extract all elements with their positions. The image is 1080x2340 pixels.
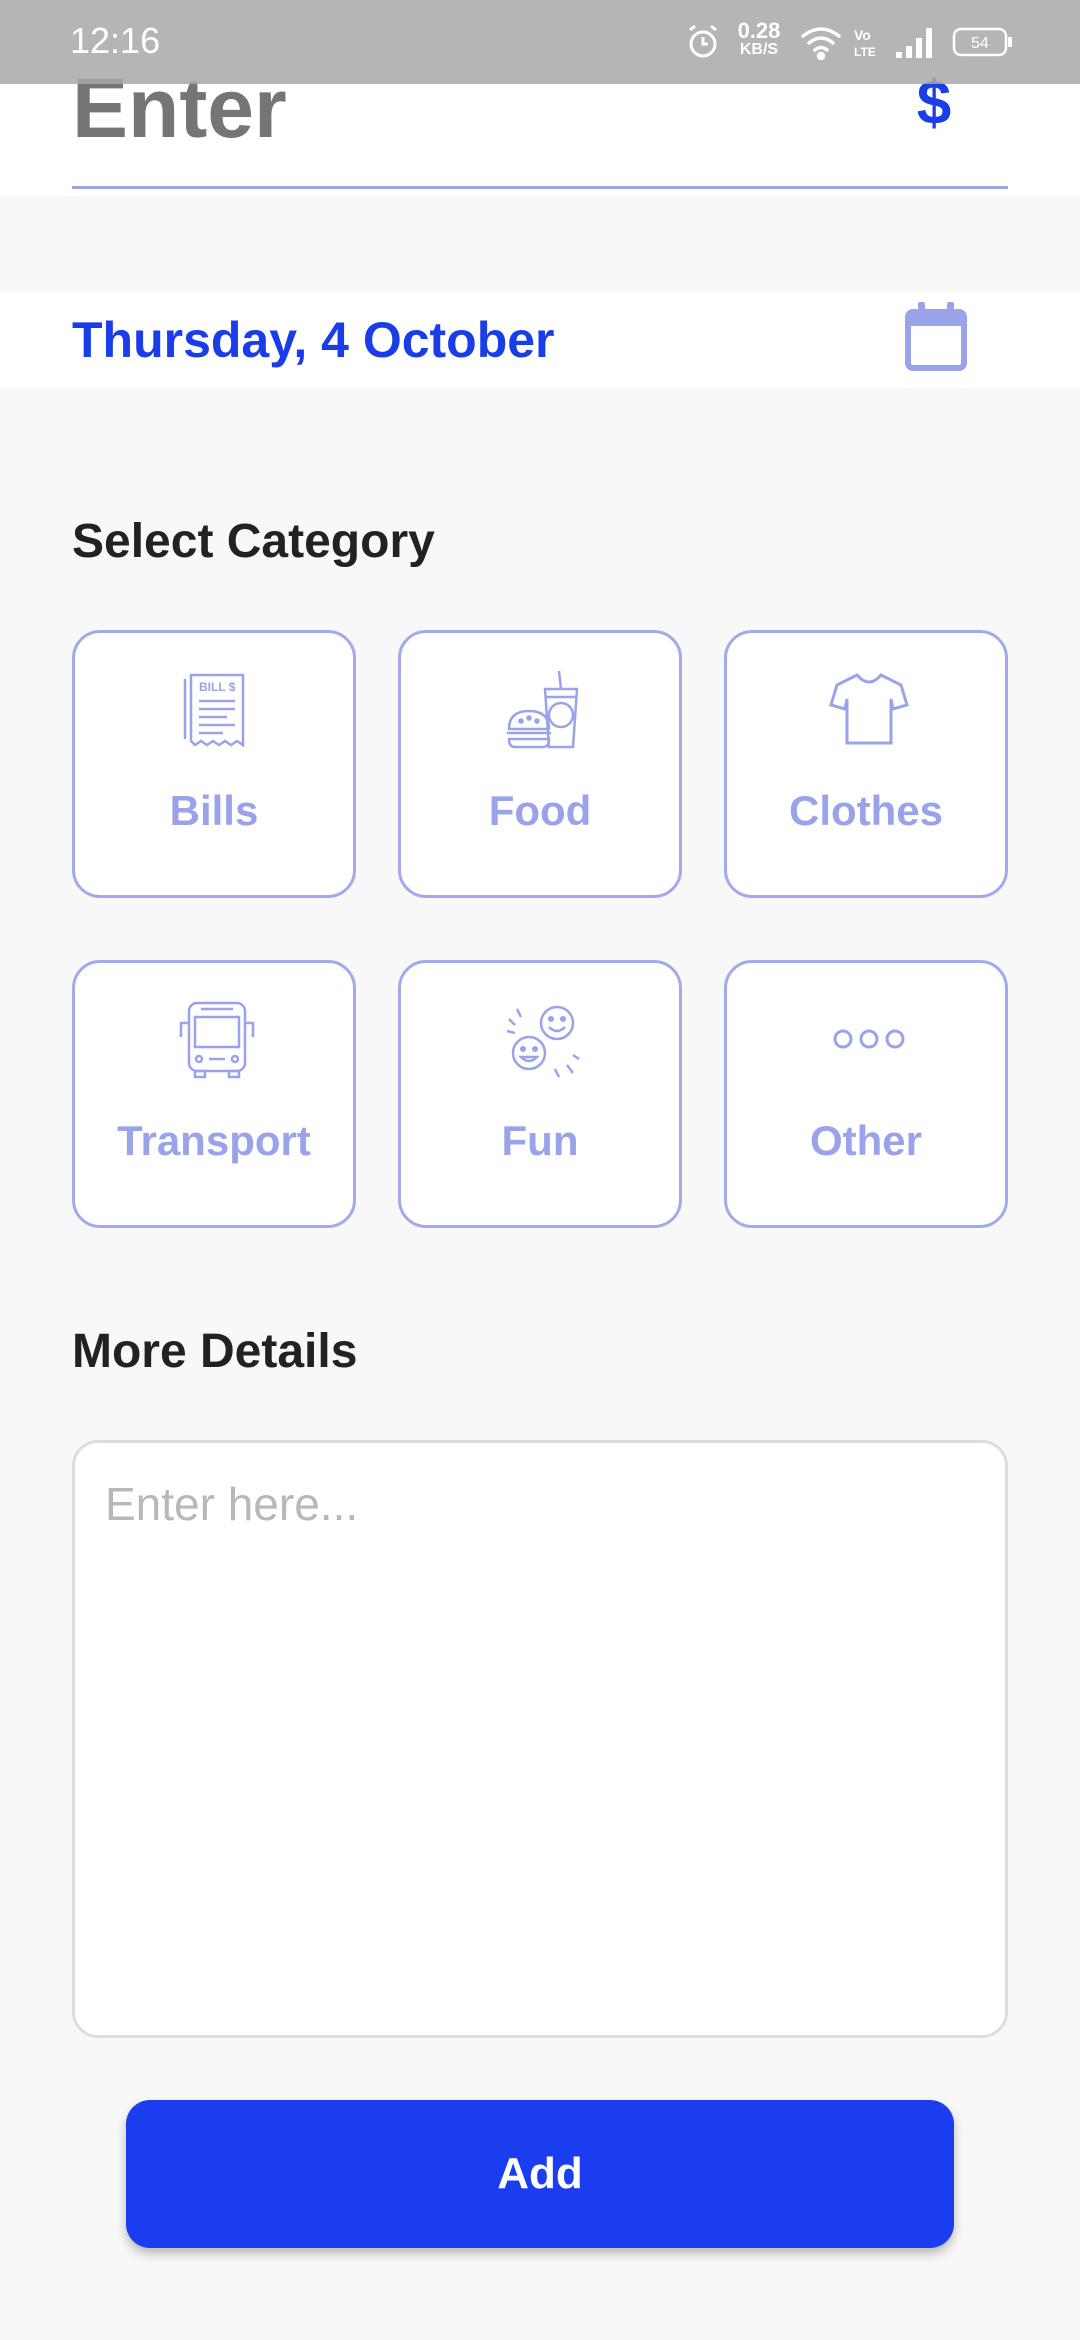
- details-input[interactable]: [105, 1477, 975, 1997]
- signal-icon: [894, 26, 936, 65]
- add-button[interactable]: Add: [126, 2100, 954, 2248]
- date-label[interactable]: Thursday, 4 October: [72, 308, 555, 372]
- net-speed: 0.28 KB/S: [734, 20, 784, 58]
- category-transport[interactable]: Transport: [72, 960, 356, 1228]
- status-time: 12:16: [70, 20, 161, 61]
- select-category-title: Select Category: [72, 515, 435, 568]
- category-label: Fun: [501, 1117, 579, 1164]
- category-clothes[interactable]: Clothes: [724, 630, 1008, 898]
- status-bar: 12:16 0.28 KB/S Vo LTE 54: [0, 0, 1080, 84]
- category-bills[interactable]: BILL $ Bills: [72, 630, 356, 898]
- category-label: Transport: [117, 1117, 311, 1164]
- amount-underline: [72, 186, 1008, 189]
- category-label: Bills: [169, 787, 259, 834]
- bus-icon: [177, 999, 257, 1079]
- category-other[interactable]: Other: [724, 960, 1008, 1228]
- svg-text:LTE: LTE: [854, 45, 876, 59]
- more-details-title: More Details: [72, 1325, 358, 1378]
- net-speed-unit: KB/S: [739, 41, 779, 58]
- category-food[interactable]: Food: [398, 630, 682, 898]
- details-box: [72, 1440, 1008, 2038]
- net-speed-value: 0.28: [737, 18, 781, 43]
- volte-icon: Vo LTE: [852, 26, 882, 65]
- fun-faces-icon: [503, 999, 583, 1079]
- category-fun[interactable]: Fun: [398, 960, 682, 1228]
- bill-icon-text: BILL $: [199, 680, 236, 694]
- category-label: Clothes: [788, 787, 943, 834]
- category-label: Food: [488, 787, 592, 834]
- calendar-icon[interactable]: [904, 302, 968, 372]
- category-label: Other: [809, 1117, 922, 1164]
- svg-text:Vo: Vo: [854, 27, 871, 43]
- battery-icon: 54: [952, 26, 1014, 63]
- shirt-icon: [829, 669, 909, 749]
- bill-icon: BILL $: [177, 669, 257, 749]
- battery-level: 54: [971, 35, 989, 52]
- food-icon: [503, 669, 583, 749]
- more-dots-icon: [829, 999, 909, 1079]
- wifi-icon: [800, 24, 842, 65]
- alarm-icon: [686, 24, 720, 65]
- date-row[interactable]: Thursday, 4 October: [0, 292, 1080, 388]
